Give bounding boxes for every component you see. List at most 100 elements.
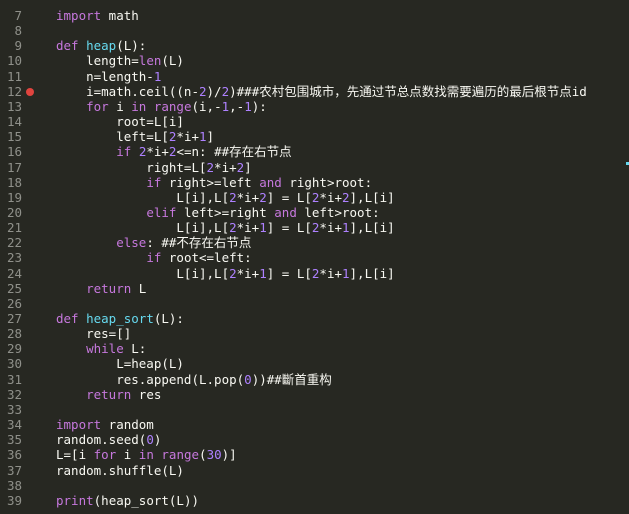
code-line[interactable]: 11 n=length-1 [0,69,629,84]
code-line[interactable]: 13 for i in range(i,-1,-1): [0,99,629,114]
code-line[interactable]: 12 i=math.ceil((n-2)/2)###农村包围城市，先通过节总点数… [0,84,629,99]
code-line[interactable]: 22 else: ##不存在右节点 [0,235,629,250]
code-token: res.append(L.pop( [56,371,245,387]
code-text: n=length-1 [56,69,161,84]
code-text: length=len(L) [56,53,184,68]
code-token: L[i],L[ [56,189,230,205]
line-number: 14 [6,114,22,130]
line-number: 16 [6,144,22,160]
code-text: if 2*i+2<=n: ##存在右节点 [56,144,291,159]
code-token: ,- [229,98,245,114]
code-line[interactable]: 16 if 2*i+2<=n: ##存在右节点 [0,144,629,159]
code-token: i=math.ceil((n- [56,83,199,99]
code-line[interactable]: 31 res.append(L.pop(0))##斷首重构 [0,372,629,387]
code-line[interactable]: 8 [0,23,629,38]
code-token: 1 [342,265,350,281]
code-token: 2 [229,265,237,281]
code-token: (L) [161,53,184,69]
code-line[interactable]: 29 while L: [0,341,629,356]
line-number: 27 [6,311,22,326]
code-line[interactable]: 14 root=L[i] [0,114,629,129]
code-token: L [131,280,147,296]
code-token: else [116,235,147,251]
line-number: 18 [6,174,22,190]
code-token: 30 [206,447,222,463]
code-text: import random [56,417,154,432]
code-token: def [56,311,87,326]
code-line[interactable]: 23 if root<=left: [0,250,629,265]
code-token: length= [56,53,139,69]
code-token: len [138,53,162,69]
code-token: 2 [229,189,237,205]
code-line[interactable]: 33 [0,402,629,417]
code-token: (heap_sort(L)) [93,492,199,508]
code-token: res=[] [56,326,132,342]
code-line[interactable]: 30 L=heap(L) [0,356,629,371]
code-token: 1 [342,220,350,236]
code-line[interactable]: 39 print(heap_sort(L)) [0,493,629,508]
code-token: i [116,447,139,463]
code-token: return [86,386,132,402]
line-number: 30 [6,356,22,372]
code-token: 1 [259,265,267,281]
code-line[interactable]: 19 L[i],L[2*i+2] = L[2*i+2],L[i] [0,190,629,205]
line-number: 10 [6,53,22,69]
code-line[interactable]: 35 random.seed(0) [0,432,629,447]
code-line[interactable]: 38 [0,478,629,493]
line-number: 7 [14,8,22,23]
code-text: right=L[2*i+2] [56,159,252,175]
code-token: 1 [199,129,207,145]
code-token: *i+ [176,129,199,145]
breakpoint-icon[interactable] [26,87,34,96]
code-line[interactable]: 36 L=[i for i in range(30)] [0,447,629,462]
code-text: left=L[2*i+1] [56,129,214,144]
code-line[interactable]: 18 if right>=left and right>root: [0,175,629,190]
code-token: ],L[i] [349,220,395,236]
code-token: range [161,447,200,463]
code-token: ] = L[ [266,189,312,205]
code-line[interactable]: 28 res=[] [0,326,629,341]
code-line[interactable]: 27 def heap_sort(L): [0,311,629,326]
code-line[interactable]: 7 import math [0,8,629,23]
code-line[interactable]: 21 L[i],L[2*i+1] = L[2*i+1],L[i] [0,220,629,235]
code-token: 2 [206,159,215,175]
line-number: 23 [6,250,22,266]
code-line[interactable]: 20 elif left>=right and left>root: [0,205,629,220]
code-token: *i+ [319,189,342,205]
line-number: 35 [6,432,22,448]
line-number: 28 [6,326,22,342]
line-number: 36 [6,447,22,463]
code-token: ] [244,159,252,175]
line-number: 32 [6,386,22,402]
code-line[interactable]: 37 random.shuffle(L) [0,463,629,478]
code-line[interactable]: 17 right=L[2*i+2] [0,160,629,175]
code-token: L[i],L[ [56,265,230,281]
code-line[interactable]: 24 L[i],L[2*i+1] = L[2*i+1],L[i] [0,266,629,281]
code-token: 2 [221,83,230,99]
code-line[interactable]: 9 def heap(L): [0,38,629,53]
code-line[interactable]: 32 return res [0,387,629,402]
code-token: if [146,174,162,190]
line-number: 8 [14,23,22,39]
code-line[interactable]: 25 return L [0,281,629,296]
code-line[interactable]: 15 left=L[2*i+1] [0,129,629,144]
code-text: def heap(L): [56,38,146,53]
code-token: root<=left: [161,250,252,266]
code-token: (i,- [191,98,222,114]
code-line[interactable]: 10 length=len(L) [0,53,629,68]
code-text: L[i],L[2*i+1] = L[2*i+1],L[i] [56,265,394,281]
code-token: 1 [153,68,162,84]
code-text: print(heap_sort(L)) [56,493,199,508]
code-token: )###农村包围城市，先通过节总点数找需要遍历的最后根节点id [229,83,587,99]
code-token: def [56,38,87,54]
code-line[interactable]: 34 import random [0,417,629,432]
code-line[interactable]: 26 [0,296,629,311]
code-token: left=L[ [56,129,169,145]
code-token: print [56,492,94,508]
line-number: 17 [6,159,22,175]
code-token: and [274,204,297,220]
code-token: ],L[i] [349,189,395,205]
